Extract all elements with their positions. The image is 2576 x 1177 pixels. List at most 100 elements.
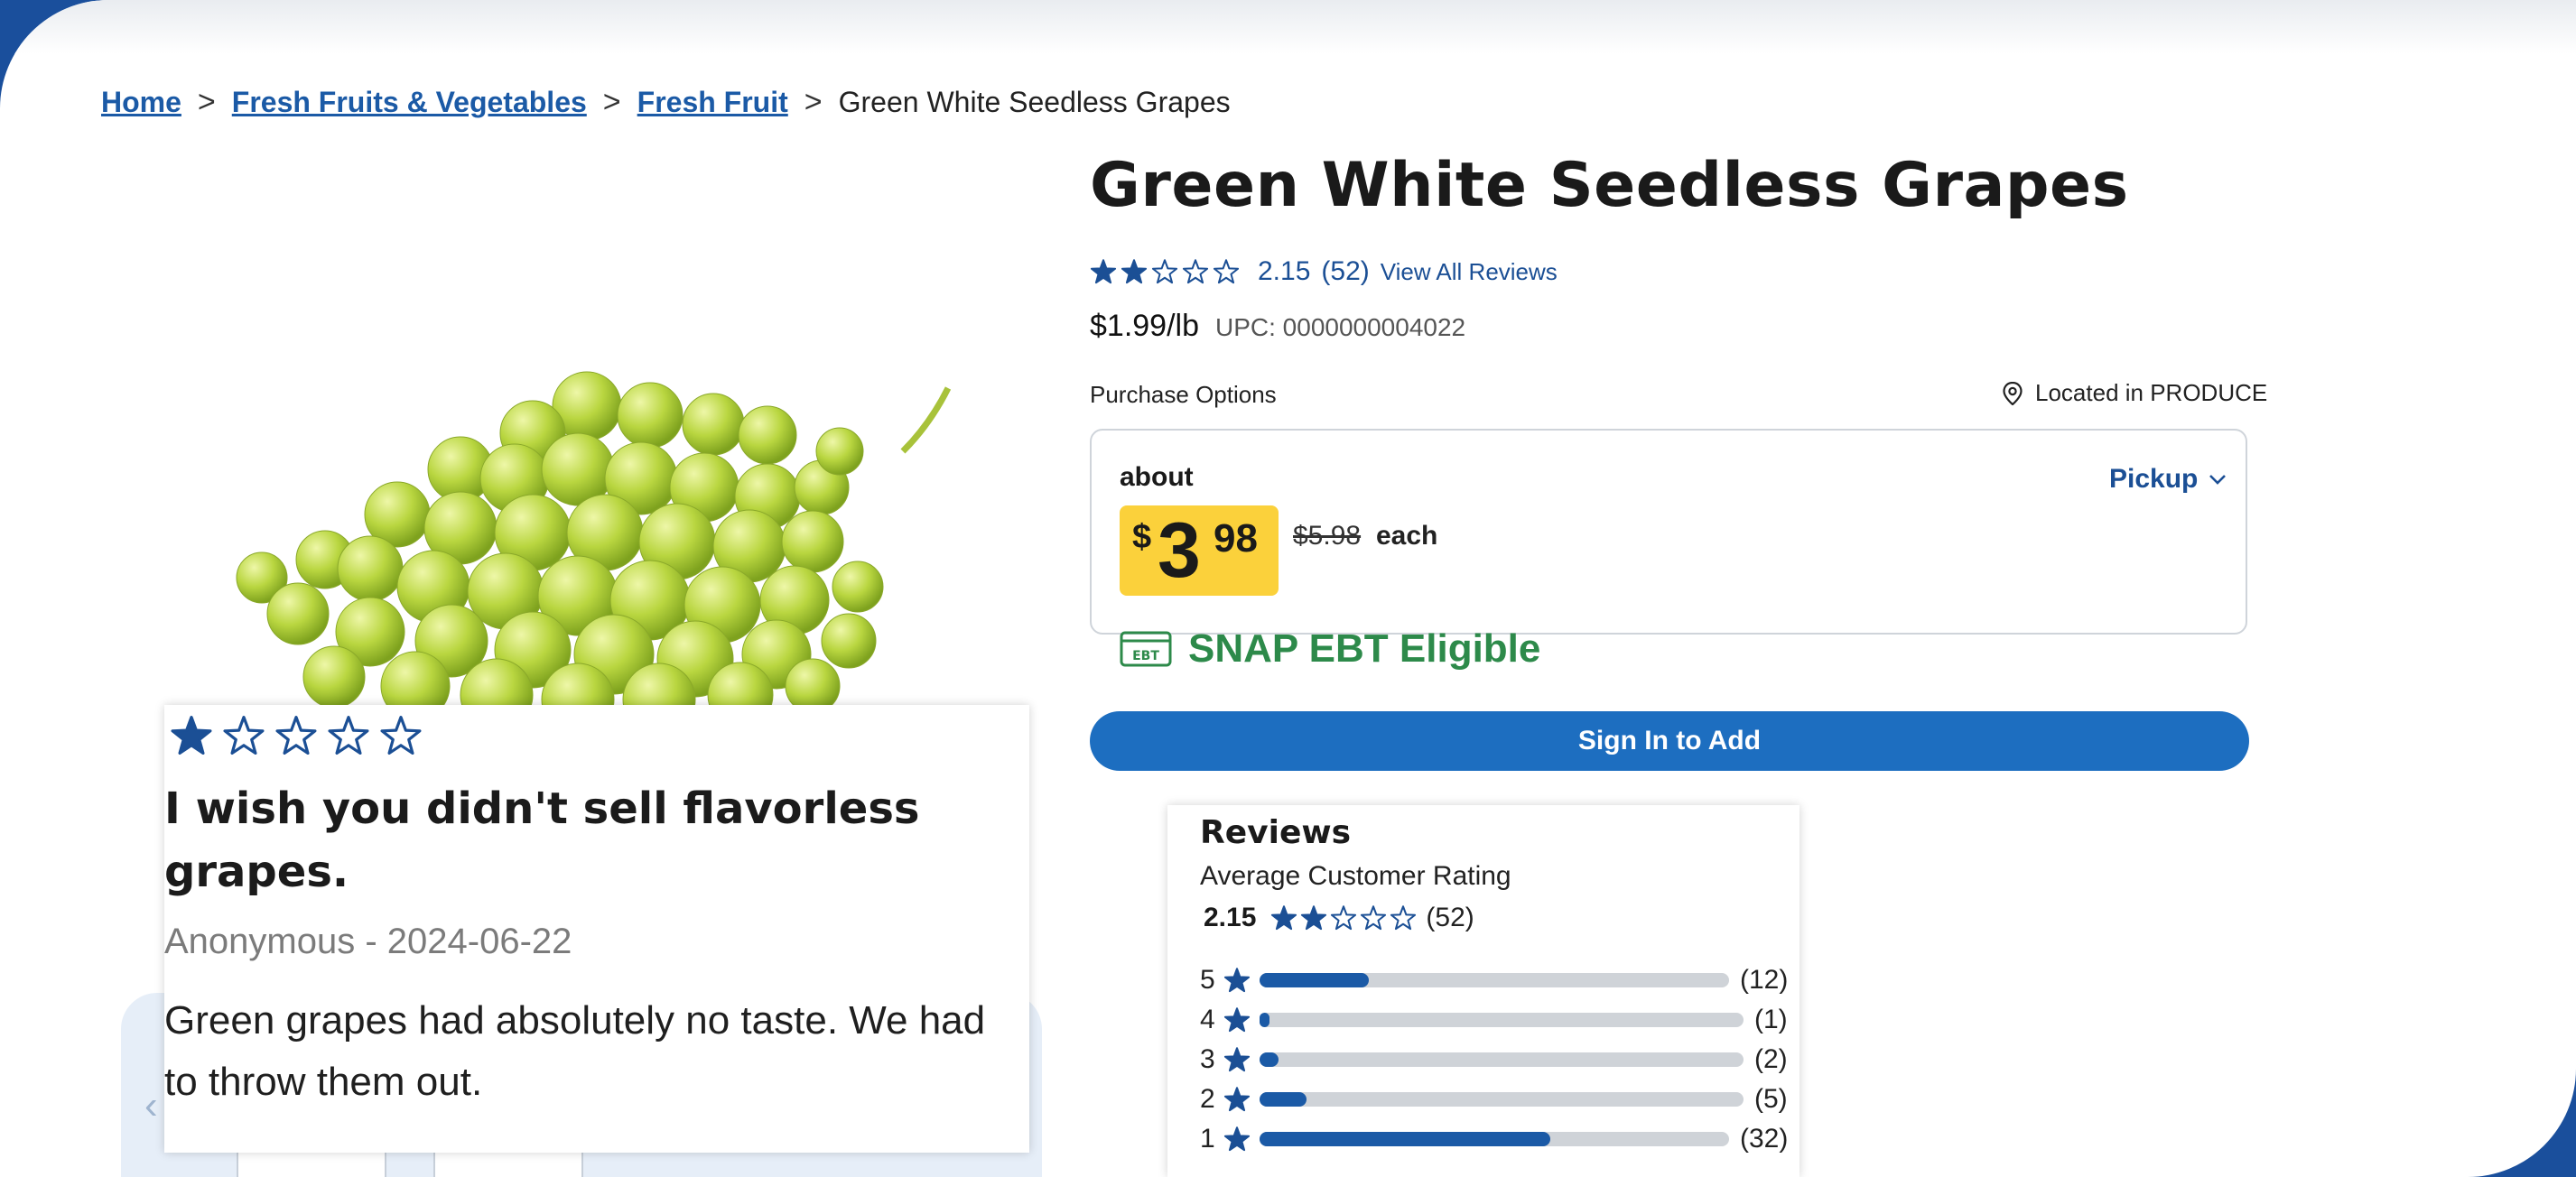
grape-shape [266, 582, 330, 645]
reviews-title: Reviews [1200, 814, 1352, 851]
review-title: I wish you didn't sell flavorless grapes… [164, 783, 920, 897]
review-body: Green grapes had absolutely no taste. We… [164, 998, 986, 1104]
purchase-options-label: Purchase Options [1090, 381, 1277, 408]
average-rating-count: (52) [1426, 903, 1474, 932]
grape-shape [832, 561, 884, 613]
distribution-count: (2) [1754, 1044, 1788, 1074]
unit-price: $1.99/lb [1090, 309, 1199, 343]
distribution-bar-fill [1260, 973, 1369, 987]
rating-distribution-row[interactable]: 3 (2) [1200, 1042, 1788, 1078]
rating-stars [1090, 258, 1240, 285]
grape-shape [337, 535, 404, 602]
store-location: Located in PRODUCE [2003, 379, 2267, 407]
star-empty-icon [1361, 905, 1387, 931]
distribution-count: (32) [1740, 1124, 1789, 1154]
star-empty-icon [1213, 259, 1240, 284]
average-rating-row: 2.15 (52) [1204, 903, 1474, 933]
grape-shape [380, 651, 451, 713]
breadcrumb-subcategory-link[interactable]: Fresh Fruit [637, 86, 788, 119]
sale-price-badge: $ 3 98 [1120, 505, 1279, 596]
review-star-rating [170, 714, 423, 757]
distribution-bar-track [1260, 973, 1729, 987]
product-image[interactable] [190, 352, 1002, 713]
grape-shape [302, 645, 366, 709]
rating-distribution-row[interactable]: 2 (5) [1200, 1081, 1788, 1117]
grape-shape [781, 510, 844, 573]
average-rating-label: Average Customer Rating [1200, 861, 1511, 891]
snap-ebt-badge: EBT SNAP EBT Eligible [1120, 626, 1540, 672]
distribution-star-number: 2 [1200, 1084, 1215, 1114]
location-text: Located in PRODUCE [2035, 379, 2268, 406]
top-fade [0, 0, 2576, 54]
star-empty-icon [1390, 905, 1417, 931]
distribution-bar-track [1260, 1132, 1729, 1146]
star-filled-icon [1301, 905, 1327, 931]
price-dollars: 3 [1158, 507, 1201, 594]
grape-shape [617, 382, 684, 449]
review-popup: I wish you didn't sell flavorless grapes… [164, 705, 1029, 1153]
star-empty-icon [223, 716, 265, 755]
distribution-bar-fill [1260, 1132, 1550, 1146]
breadcrumb: Home > Fresh Fruits & Vegetables > Fresh… [101, 85, 1231, 120]
unit-price-row: $1.99/lb UPC: 0000000004022 [1090, 309, 1465, 344]
star-empty-icon [1182, 259, 1209, 284]
sign-in-to-add-button[interactable]: Sign In to Add [1090, 711, 2249, 771]
average-rating-stars [1270, 904, 1417, 931]
price-currency: $ [1132, 518, 1152, 556]
snap-ebt-label: SNAP EBT Eligible [1188, 626, 1541, 671]
rating-distribution-row[interactable]: 4 (1) [1200, 1002, 1788, 1038]
star-filled-icon [1223, 1007, 1251, 1033]
chevron-right-icon: > [602, 85, 621, 119]
rating-score: 2.15 [1258, 256, 1311, 286]
distribution-star-number: 3 [1200, 1044, 1215, 1074]
star-filled-icon [1223, 1047, 1251, 1072]
distribution-star-number: 1 [1200, 1124, 1215, 1154]
star-empty-icon [275, 716, 317, 755]
star-filled-icon [171, 716, 212, 755]
chevron-right-icon: > [804, 85, 823, 119]
view-all-reviews-link[interactable]: View All Reviews [1381, 258, 1558, 286]
breadcrumb-category-link[interactable]: Fresh Fruits & Vegetables [232, 86, 587, 119]
product-page: Home > Fresh Fruits & Vegetables > Fresh… [0, 0, 2576, 1177]
star-filled-icon [1121, 259, 1148, 284]
star-filled-icon [1223, 1087, 1251, 1112]
pickup-label: Pickup [2109, 464, 2199, 494]
pickup-dropdown[interactable]: Pickup [2109, 464, 2227, 495]
star-filled-icon [1090, 259, 1117, 284]
grape-shape [682, 393, 745, 456]
review-author-date: Anonymous - 2024-06-22 [164, 922, 572, 961]
price-about-label: about [1120, 462, 1194, 492]
chevron-right-icon: > [197, 85, 216, 119]
star-filled-icon [1223, 968, 1251, 993]
distribution-bar-track [1260, 1013, 1744, 1027]
rating-distribution-row[interactable]: 5 (12) [1200, 962, 1788, 998]
rating-distribution-row[interactable]: 1 (32) [1200, 1121, 1788, 1157]
star-filled-icon [1271, 905, 1297, 931]
grape-shape [821, 613, 877, 669]
average-rating-value: 2.15 [1204, 903, 1257, 932]
distribution-bar-fill [1260, 1013, 1269, 1027]
reviews-summary: Reviews Average Customer Rating 2.15 (52… [1167, 805, 1799, 1177]
was-price: $5.98 [1293, 521, 1362, 551]
distribution-bar-track [1260, 1092, 1744, 1107]
location-pin-icon [2003, 381, 2023, 405]
grape-shape [815, 427, 864, 476]
distribution-count: (1) [1754, 1005, 1788, 1034]
distribution-star-number: 4 [1200, 1005, 1215, 1034]
gallery-prev-icon[interactable]: ‹ [144, 1083, 158, 1128]
distribution-count: (5) [1754, 1084, 1788, 1114]
distribution-count: (12) [1740, 965, 1789, 995]
distribution-bar-track [1260, 1052, 1744, 1067]
breadcrumb-home-link[interactable]: Home [101, 86, 181, 119]
price-cents: 98 [1214, 516, 1258, 561]
grape-shape [738, 405, 797, 465]
star-filled-icon [1223, 1126, 1251, 1152]
rating-count: (52) [1321, 256, 1370, 286]
product-title: Green White Seedless Grapes [1090, 150, 2129, 221]
star-empty-icon [1151, 259, 1178, 284]
star-empty-icon [328, 716, 369, 755]
chevron-down-icon [2209, 475, 2227, 485]
distribution-star-number: 5 [1200, 965, 1215, 995]
ebt-card-icon: EBT [1120, 631, 1172, 667]
breadcrumb-current: Green White Seedless Grapes [838, 86, 1231, 118]
